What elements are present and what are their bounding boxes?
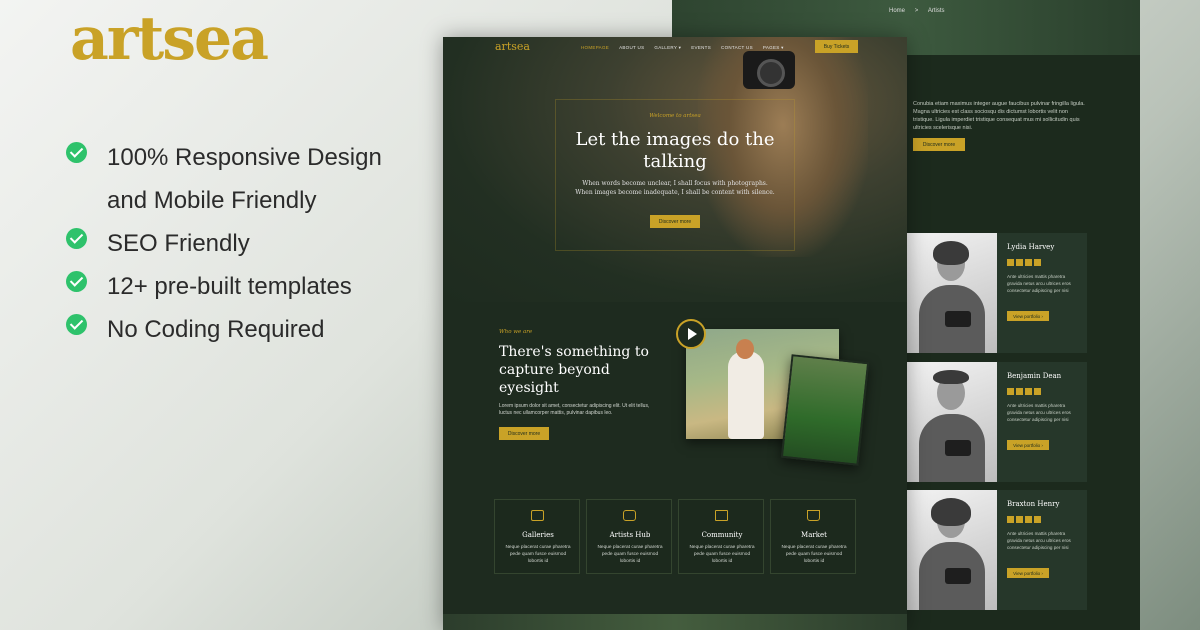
hero-frame — [555, 99, 795, 251]
artist-card: Benjamin Dean Ante ultricies mattis phar… — [907, 362, 1087, 482]
check-icon — [66, 228, 87, 249]
artist-photo — [907, 362, 997, 482]
nav-homepage[interactable]: HOMEPAGE — [581, 45, 609, 51]
artist-photo — [907, 233, 997, 353]
twitter-icon[interactable] — [1016, 516, 1023, 523]
who-kicker: Who we are — [499, 329, 533, 335]
artist-photo — [907, 490, 997, 610]
view-portfolio-button[interactable]: View portfolio › — [1007, 311, 1049, 321]
hero-discover-button[interactable]: Discover more — [650, 215, 700, 228]
feature-card[interactable]: Market Neque placerat curae pharetra ped… — [770, 499, 856, 574]
site-logo[interactable]: artsea — [495, 40, 530, 53]
footer-image-strip — [443, 614, 907, 630]
twitter-icon[interactable] — [1016, 388, 1023, 395]
hero-kicker: Welcome to artsea — [649, 113, 701, 119]
hero-subtitle: When words become unclear, I shall focus… — [575, 180, 775, 196]
social-links — [1007, 259, 1041, 266]
who-discover-button[interactable]: Discover more — [499, 427, 549, 440]
breadcrumb-separator: > — [914, 8, 919, 14]
feature-card[interactable]: Artists Hub Neque placerat curae pharetr… — [586, 499, 672, 574]
feature-item: 12+ pre-built templates — [66, 265, 436, 308]
feature-card-title: Market — [801, 531, 827, 539]
dribbble-icon[interactable] — [1034, 516, 1041, 523]
about-discover-button[interactable]: Discover more — [913, 138, 965, 151]
breadcrumb-home[interactable]: Home — [889, 8, 905, 14]
brand-logo: artsea — [70, 4, 269, 74]
feature-text: 12+ pre-built templates — [107, 273, 352, 300]
nav-events[interactable]: EVENTS — [691, 45, 711, 51]
facebook-icon[interactable] — [1007, 388, 1014, 395]
camera-icon — [623, 510, 636, 521]
feature-item: SEO Friendly — [66, 222, 436, 265]
cart-icon — [807, 510, 820, 521]
who-title: There's something to capture beyond eyes… — [499, 344, 649, 396]
artist-card: Braxton Henry Ante ultricies mattis phar… — [907, 490, 1087, 610]
buy-tickets-button[interactable]: Buy Tickets — [815, 40, 858, 53]
hero-title: Let the images do the talking — [575, 129, 775, 172]
about-text: Conubia etiam maximus integer augue fauc… — [913, 101, 1085, 131]
who-text: Lorem ipsum dolor sit amet, consectetur … — [499, 403, 650, 416]
feature-card-text: Neque placerat curae pharetra pede quam … — [689, 545, 755, 564]
artist-name: Braxton Henry — [1007, 500, 1060, 508]
dribbble-icon[interactable] — [1034, 259, 1041, 266]
homepage-mockup: artsea HOMEPAGE ABOUT US GALLERY ▾ EVENT… — [443, 37, 907, 630]
feature-card-text: Neque placerat curae pharetra pede quam … — [597, 545, 663, 564]
feature-card-text: Neque placerat curae pharetra pede quam … — [781, 545, 847, 564]
feature-text: and Mobile Friendly — [107, 187, 317, 214]
instagram-icon[interactable] — [1025, 516, 1032, 523]
view-portfolio-button[interactable]: View portfolio › — [1007, 568, 1049, 578]
artist-bio: Ante ultricies mattis pharetra gravida n… — [1007, 403, 1071, 422]
view-portfolio-button[interactable]: View portfolio › — [1007, 440, 1049, 450]
facebook-icon[interactable] — [1007, 259, 1014, 266]
check-icon — [66, 271, 87, 292]
feature-card-title: Community — [701, 531, 743, 539]
artist-name: Benjamin Dean — [1007, 372, 1062, 380]
dribbble-icon[interactable] — [1034, 388, 1041, 395]
nav-pages[interactable]: PAGES ▾ — [763, 45, 784, 51]
camera-icon — [945, 568, 971, 584]
feature-text: SEO Friendly — [107, 230, 250, 257]
feature-card[interactable]: Galleries Neque placerat curae pharetra … — [494, 499, 580, 574]
instagram-icon[interactable] — [1025, 388, 1032, 395]
camera-icon — [945, 440, 971, 456]
breadcrumb-current: Artists — [927, 8, 945, 14]
play-video-button[interactable] — [676, 319, 706, 349]
main-nav: artsea HOMEPAGE ABOUT US GALLERY ▾ EVENT… — [443, 37, 907, 57]
gallery-photo-garden — [780, 354, 870, 466]
feature-card-title: Artists Hub — [609, 531, 651, 539]
feature-item: and Mobile Friendly — [66, 179, 436, 222]
artist-card: Lydia Harvey Ante ultricies mattis phare… — [907, 233, 1087, 353]
twitter-icon[interactable] — [1016, 259, 1023, 266]
check-icon — [66, 314, 87, 335]
artist-name: Lydia Harvey — [1007, 243, 1055, 251]
check-icon — [66, 142, 87, 163]
gallery-icon — [531, 510, 544, 521]
nav-gallery[interactable]: GALLERY ▾ — [654, 45, 681, 51]
feature-text: No Coding Required — [107, 316, 325, 343]
social-links — [1007, 388, 1041, 395]
feature-cards: Galleries Neque placerat curae pharetra … — [494, 499, 856, 574]
feature-card-title: Galleries — [522, 531, 554, 539]
social-links — [1007, 516, 1041, 523]
breadcrumb: Home > Artists — [885, 8, 949, 14]
feature-card-text: Neque placerat curae pharetra pede quam … — [505, 545, 571, 564]
camera-icon — [945, 311, 971, 327]
nav-contact-us[interactable]: CONTACT US — [721, 45, 753, 51]
nav-about-us[interactable]: ABOUT US — [619, 45, 644, 51]
feature-list: 100% Responsive Design and Mobile Friend… — [66, 136, 436, 351]
instagram-icon[interactable] — [1025, 259, 1032, 266]
feature-card[interactable]: Community Neque placerat curae pharetra … — [678, 499, 764, 574]
artist-bio: Ante ultricies mattis pharetra gravida n… — [1007, 274, 1071, 293]
feature-item: No Coding Required — [66, 308, 436, 351]
artist-bio: Ante ultricies mattis pharetra gravida n… — [1007, 531, 1071, 550]
feature-text: 100% Responsive Design — [107, 144, 382, 171]
feature-item: 100% Responsive Design — [66, 136, 436, 179]
community-icon — [715, 510, 728, 521]
facebook-icon[interactable] — [1007, 516, 1014, 523]
